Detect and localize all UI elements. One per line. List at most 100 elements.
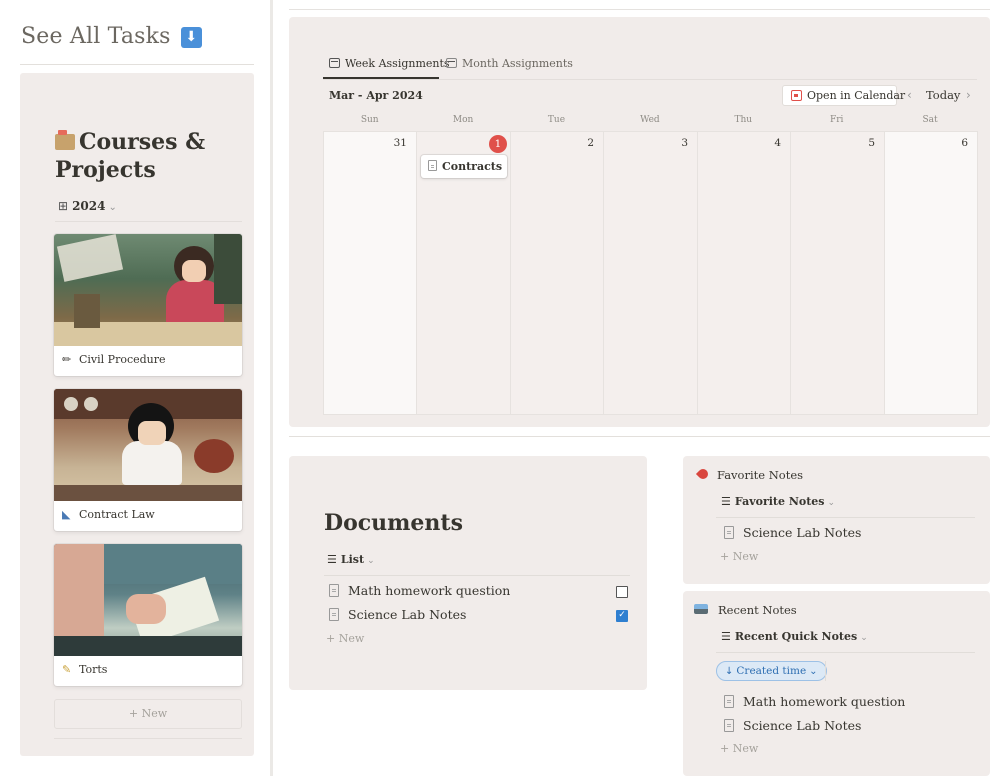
list-icon: ☰	[721, 495, 731, 508]
weekday-label: Fri	[829, 115, 844, 125]
page-icon	[724, 695, 734, 708]
calendar-app-icon	[791, 90, 802, 101]
done-checkbox-checked[interactable]: ✓	[616, 610, 628, 622]
list-icon: ☰	[721, 630, 731, 643]
weekday-label: Thu	[734, 115, 753, 125]
done-checkbox[interactable]	[616, 586, 628, 598]
list-item[interactable]: Science Lab Notes	[329, 607, 466, 622]
new-course-button[interactable]: + New	[54, 699, 242, 729]
heading-text: Recent Notes	[718, 603, 797, 617]
card-title-text: Civil Procedure	[79, 353, 166, 366]
folder-icon	[55, 130, 75, 150]
weekday-label: Mon	[452, 115, 474, 125]
list-item-title: Science Lab Notes	[348, 607, 467, 622]
new-document-button[interactable]: + New	[326, 632, 364, 645]
see-all-tasks-link[interactable]: See All Tasks ⬇	[21, 24, 202, 49]
divider	[289, 436, 990, 437]
page-icon	[724, 719, 734, 732]
day-number: 4	[774, 137, 781, 149]
chevron-right-icon[interactable]: ›	[966, 88, 971, 102]
list-item[interactable]: Science Lab Notes	[724, 718, 861, 733]
divider	[55, 221, 242, 222]
day-number: 2	[587, 137, 594, 149]
day-number: 6	[961, 137, 968, 149]
arrow-down-icon: ↓	[725, 666, 734, 677]
page-icon	[329, 584, 339, 597]
divider	[716, 517, 975, 518]
course-card-civil-procedure[interactable]: ✏ Civil Procedure	[54, 234, 242, 376]
pushpin-icon	[695, 466, 711, 482]
tab-week-assignments[interactable]: Week Assignments	[329, 57, 450, 70]
favorite-notes-heading: Favorite Notes	[695, 466, 804, 482]
event-card[interactable]: Contracts	[421, 155, 507, 178]
sort-chip[interactable]: ↓ Created time ⌄	[716, 661, 827, 681]
column-divider[interactable]	[270, 0, 273, 776]
see-all-tasks-label: See All Tasks	[21, 24, 171, 49]
landscape-icon	[694, 604, 708, 614]
list-item[interactable]: Science Lab Notes	[724, 525, 861, 540]
calendar-range-label: Mar - Apr 2024	[329, 89, 423, 102]
card-cover-image	[54, 234, 242, 346]
pencil-icon: ✏	[62, 353, 72, 366]
view-label: Recent Quick Notes	[734, 630, 858, 643]
favorite-notes-view-selector[interactable]: ☰ Favorite Notes ⌄	[721, 495, 835, 508]
calendar-icon	[329, 58, 340, 68]
down-arrow-box-icon: ⬇	[180, 27, 202, 48]
courses-title-text: Courses & Projects	[55, 129, 206, 183]
documents-view-selector[interactable]: ☰ List ⌄	[327, 553, 375, 566]
chevron-down-icon: ⌄	[827, 498, 836, 508]
tab-label: Week Assignments	[345, 57, 450, 70]
page-icon	[329, 608, 339, 621]
week-grid: 31 1 2 3 4 5 6 Contracts	[323, 131, 978, 415]
divider	[54, 738, 242, 739]
card-title: ◣ Contract Law	[54, 501, 242, 531]
new-favorite-note-button[interactable]: + New	[720, 550, 758, 563]
day-cell[interactable]: 2	[511, 132, 604, 414]
day-number: 31	[393, 137, 407, 149]
new-recent-note-button[interactable]: + New	[720, 742, 758, 755]
recent-notes-view-selector[interactable]: ☰ Recent Quick Notes ⌄	[721, 630, 868, 643]
memo-icon: ✎	[62, 663, 72, 676]
weekday-label: Sun	[360, 115, 379, 125]
list-item[interactable]: Math homework question	[329, 583, 510, 598]
year-view-label: 2024	[72, 199, 106, 213]
heading-text: Favorite Notes	[717, 468, 804, 482]
chevron-down-icon: ⌄	[367, 556, 375, 566]
divider	[20, 64, 254, 65]
today-day-number: 1	[489, 135, 507, 153]
view-label: Favorite Notes	[734, 495, 825, 508]
divider	[323, 79, 977, 80]
page-icon	[724, 526, 734, 539]
tab-label: Month Assignments	[462, 57, 573, 70]
list-item-title: Science Lab Notes	[743, 525, 862, 540]
list-item-title: Math homework question	[348, 583, 511, 598]
year-view-selector[interactable]: ⊞ 2024 ⌄	[58, 199, 117, 213]
day-cell[interactable]: 6	[885, 132, 977, 414]
day-cell[interactable]: 5	[791, 132, 885, 414]
course-card-torts[interactable]: ✎ Torts	[54, 544, 242, 686]
tab-month-assignments[interactable]: Month Assignments	[446, 57, 573, 70]
weekday-label: Sat	[922, 115, 938, 125]
recent-notes-heading: Recent Notes	[694, 603, 797, 617]
day-number: 5	[868, 137, 875, 149]
day-cell[interactable]: 4	[698, 132, 791, 414]
today-button[interactable]: Today	[926, 88, 960, 102]
card-title: ✎ Torts	[54, 656, 242, 686]
card-title-text: Contract Law	[79, 508, 155, 521]
day-cell[interactable]: 31	[324, 132, 417, 414]
list-item-title: Math homework question	[743, 694, 906, 709]
triangle-ruler-icon: ◣	[62, 508, 71, 521]
chevron-down-icon: ⌄	[809, 666, 818, 677]
divider	[825, 661, 826, 681]
open-in-calendar-label: Open in Calendar	[807, 89, 906, 102]
chevron-down-icon: ⌄	[108, 202, 117, 213]
chevron-left-icon[interactable]: ‹	[907, 88, 912, 102]
open-in-calendar-button[interactable]: Open in Calendar	[782, 85, 905, 106]
card-title: ✏ Civil Procedure	[54, 346, 242, 376]
day-cell[interactable]: 3	[604, 132, 698, 414]
calendar-icon	[446, 58, 457, 68]
event-title: Contracts	[442, 160, 503, 173]
course-card-contract-law[interactable]: ◣ Contract Law	[54, 389, 242, 531]
list-item-title: Science Lab Notes	[743, 718, 862, 733]
list-item[interactable]: Math homework question	[724, 694, 905, 709]
